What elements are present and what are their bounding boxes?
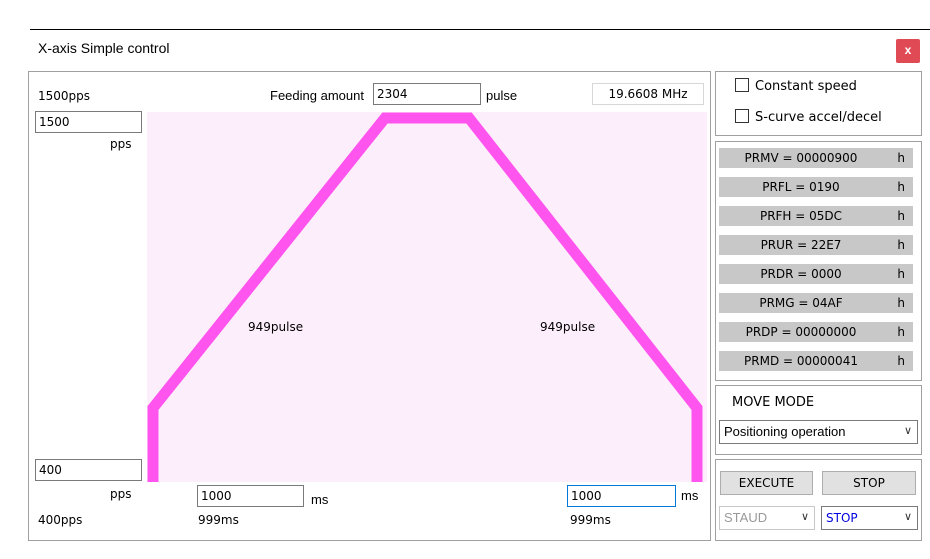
- checkbox-icon: [735, 78, 749, 92]
- max-speed-unit: pps: [110, 137, 132, 151]
- decel-time-unit: ms: [681, 488, 699, 503]
- window-title: X-axis Simple control: [38, 40, 170, 56]
- stop-button[interactable]: STOP: [822, 471, 916, 495]
- speed-profile-line: [147, 112, 703, 482]
- titlebar-divider: [30, 29, 930, 30]
- accel-time-unit: ms: [311, 492, 329, 507]
- feeding-amount-label: Feeding amount: [270, 88, 364, 103]
- accel-pulse-label: 949pulse: [248, 320, 304, 334]
- window-titlebar: X-axis Simple control x: [0, 0, 930, 70]
- decel-time-actual: 999ms: [570, 513, 611, 527]
- options-group: Constant speed S-curve accel/decel: [715, 71, 922, 136]
- register-prdp: PRDP = 00000000 h: [719, 322, 913, 342]
- register-prmv: PRMV = 00000900 h: [719, 148, 913, 168]
- constant-speed-checkbox[interactable]: Constant speed: [735, 78, 857, 96]
- register-prur: PRUR = 22E7 h: [719, 235, 913, 255]
- close-button[interactable]: x: [896, 39, 920, 63]
- min-speed-input[interactable]: 400: [35, 459, 142, 481]
- register-prfl: PRFL = 0190 h: [719, 177, 913, 197]
- decel-pulse-label: 949pulse: [540, 320, 596, 334]
- staud-select: STAUD ∨: [719, 506, 815, 530]
- accel-time-input[interactable]: 1000: [197, 485, 304, 507]
- chevron-down-icon: ∨: [800, 511, 809, 523]
- feeding-amount-unit: pulse: [486, 88, 518, 103]
- register-prdr: PRDR = 0000 h: [719, 264, 913, 284]
- constant-speed-label: Constant speed: [755, 79, 857, 94]
- max-speed-input[interactable]: 1500: [35, 111, 142, 133]
- s-curve-label: S-curve accel/decel: [755, 110, 882, 125]
- clock-frequency-display: 19.6608 MHz: [592, 83, 704, 105]
- feeding-amount-input[interactable]: 2304: [373, 83, 481, 105]
- s-curve-checkbox[interactable]: S-curve accel/decel: [735, 109, 882, 127]
- speed-profile-graph: [147, 112, 703, 482]
- chevron-down-icon: ∨: [903, 511, 912, 523]
- min-speed-label: 400pps: [38, 513, 83, 527]
- accel-time-actual: 999ms: [198, 513, 239, 527]
- register-prfh: PRFH = 05DC h: [719, 206, 913, 226]
- checkbox-icon: [735, 109, 749, 123]
- move-mode-label: MOVE MODE: [732, 395, 815, 410]
- speed-profile-plot: [147, 112, 707, 482]
- execute-button[interactable]: EXECUTE: [720, 471, 813, 495]
- stop-mode-select[interactable]: STOP ∨: [821, 506, 918, 530]
- decel-time-input[interactable]: 1000: [567, 485, 676, 507]
- min-speed-unit: pps: [110, 487, 132, 501]
- register-prmg: PRMG = 04AF h: [719, 293, 913, 313]
- move-mode-select[interactable]: Positioning operation ∨: [719, 420, 918, 444]
- chevron-down-icon: ∨: [903, 425, 912, 437]
- max-speed-label: 1500pps: [38, 89, 91, 103]
- register-prmd: PRMD = 00000041 h: [719, 351, 913, 371]
